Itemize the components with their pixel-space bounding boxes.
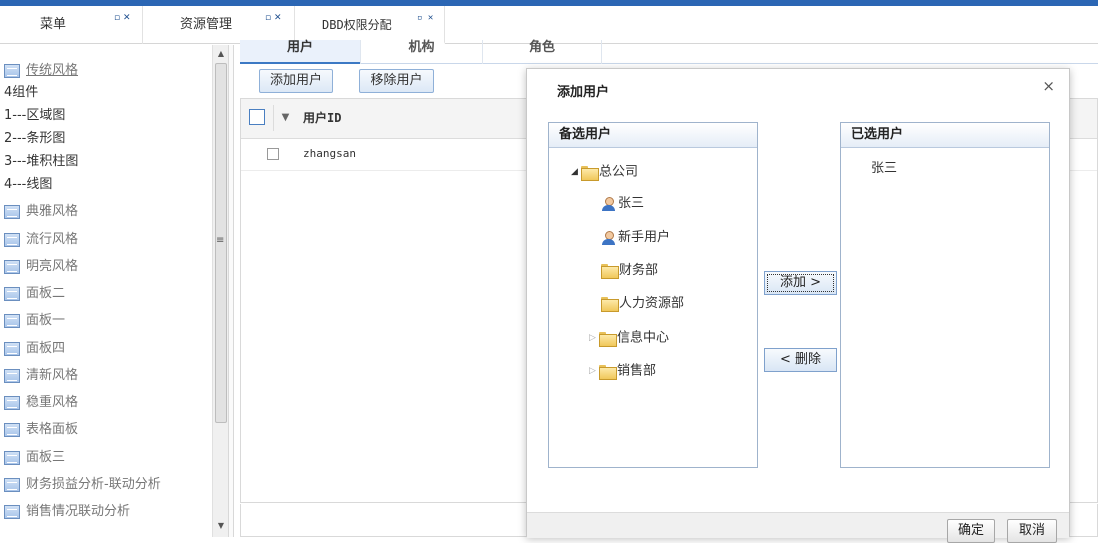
left-menu-panel: 传统风格 4组件 1---区域图 2---条形图 3---堆积柱图 4---线图… (0, 45, 212, 537)
menu-item[interactable]: 财务损益分析-联动分析 (4, 475, 161, 495)
subtab-users[interactable]: 用户 (240, 40, 360, 64)
panel-icon (4, 477, 20, 492)
close-icon[interactable]: × (1042, 77, 1055, 95)
tree-node-root[interactable]: ◢ 总公司 (571, 162, 638, 182)
tree-node-user[interactable]: 张三 (601, 194, 644, 214)
tree-node-folder[interactable]: ▷ 销售部 (589, 361, 656, 381)
menu-item[interactable]: 1---区域图 (4, 106, 65, 126)
available-users-title: 备选用户 (549, 123, 757, 148)
selected-users-title: 已选用户 (841, 123, 1049, 148)
subtab-bar: 用户 机构 角色 (240, 40, 1098, 64)
menu-item[interactable]: 4组件 (4, 83, 38, 103)
menu-item[interactable]: 2---条形图 (4, 129, 65, 149)
close-icon[interactable]: ✕ (428, 13, 433, 23)
tree-node-folder[interactable]: 人力资源部 (601, 294, 684, 314)
panel-icon (4, 422, 20, 437)
panel-icon (4, 368, 20, 383)
menu-item[interactable]: 流行风格 (4, 230, 78, 250)
panel-icon (4, 232, 20, 247)
add-selected-button[interactable]: 添加 > (764, 271, 837, 295)
tab-window-buttons[interactable]: ▫ ✕ (417, 12, 433, 24)
menu-item[interactable]: 典雅风格 (4, 202, 78, 222)
menu-item[interactable]: 清新风格 (4, 366, 78, 386)
expand-triangle-icon[interactable]: ◢ (571, 162, 581, 182)
remove-user-button[interactable]: 移除用户 (359, 69, 434, 93)
ok-button[interactable]: 确定 (947, 519, 995, 543)
tree-node-user[interactable]: 新手用户 (601, 228, 670, 248)
selected-users-box: 已选用户 张三 (840, 122, 1050, 468)
menu-item[interactable]: 面板二 (4, 284, 65, 304)
folder-icon (601, 264, 619, 279)
menu-scrollbar[interactable]: ▲ ≡ ▼ (212, 45, 228, 537)
menu-item[interactable]: 表格面板 (4, 420, 78, 440)
close-icon[interactable]: ✕ (274, 13, 282, 23)
menu-item[interactable]: 明亮风格 (4, 257, 78, 277)
tab-resource-management[interactable]: 资源管理 ▫ ✕ (143, 6, 295, 44)
tree-node-folder[interactable]: 财务部 (601, 261, 658, 281)
menu-item[interactable]: 4---线图 (4, 175, 52, 195)
scroll-down-icon[interactable]: ▼ (216, 521, 226, 531)
panel-icon (4, 504, 20, 519)
dialog-title: 添加用户 (557, 85, 610, 100)
available-users-box: 备选用户 ◢ 总公司 张三 新手用户 财务部 人力资源部 ▷ 信息中心 ▷ 销售部 (548, 122, 758, 468)
menu-item[interactable]: 稳重风格 (4, 393, 78, 413)
collapsed-triangle-icon[interactable]: ▷ (589, 328, 599, 348)
tab-label: 资源管理 (180, 17, 233, 32)
menu-item[interactable]: 面板三 (4, 448, 65, 468)
panel-icon (4, 63, 20, 78)
column-header-user-id[interactable]: 用户ID (303, 109, 341, 126)
tree-node-folder[interactable]: ▷ 信息中心 (589, 328, 669, 348)
grip-icon: ≡ (216, 235, 225, 246)
chevron-down-icon[interactable]: ▼ (273, 105, 297, 131)
row-checkbox[interactable] (267, 148, 279, 160)
remove-selected-button[interactable]: < 删除 (764, 348, 837, 372)
restore-icon[interactable]: ▫ (265, 13, 271, 23)
dialog-footer: 确定 取消 (527, 512, 1069, 543)
subtab-orgs[interactable]: 机构 (360, 40, 482, 64)
tab-dbd-permission[interactable]: DBD权限分配 ▫ ✕ (295, 6, 445, 44)
folder-icon (599, 364, 617, 380)
scroll-up-icon[interactable]: ▲ (216, 49, 226, 59)
menu-item[interactable]: 面板一 (4, 311, 65, 331)
panel-icon (4, 450, 20, 465)
panel-icon (4, 259, 20, 274)
panel-icon (4, 204, 20, 219)
add-user-button[interactable]: 添加用户 (259, 69, 333, 93)
user-icon (601, 196, 616, 211)
folder-icon (599, 331, 617, 347)
panel-icon (4, 395, 20, 410)
subtab-roles[interactable]: 角色 (482, 40, 602, 64)
menu-item[interactable]: 3---堆积柱图 (4, 152, 78, 172)
user-icon (601, 230, 616, 245)
restore-icon[interactable]: ▫ (114, 13, 120, 23)
folder-icon (581, 165, 599, 181)
user-id-cell: zhangsan (303, 147, 356, 160)
tab-window-buttons[interactable]: ▫ ✕ (114, 12, 131, 24)
menu-item[interactable]: 销售情况联动分析 (4, 502, 130, 522)
panel-icon (4, 313, 20, 328)
tab-label: DBD权限分配 (322, 18, 392, 32)
collapsed-triangle-icon[interactable]: ▷ (589, 361, 599, 381)
tab-strip: 菜单 ▫ ✕ 资源管理 ▫ ✕ DBD权限分配 ▫ ✕ (0, 6, 1098, 44)
menu-item[interactable]: 传统风格 (4, 61, 78, 81)
panel-icon (4, 341, 20, 356)
restore-icon[interactable]: ▫ (417, 13, 422, 23)
cancel-button[interactable]: 取消 (1007, 519, 1057, 543)
menu-item[interactable]: 面板四 (4, 339, 65, 359)
selected-user-item[interactable]: 张三 (871, 157, 897, 176)
panel-splitter[interactable] (228, 45, 234, 537)
tab-window-buttons[interactable]: ▫ ✕ (265, 12, 282, 24)
tab-label: 菜单 (40, 17, 67, 32)
tab-menu[interactable]: 菜单 ▫ ✕ (0, 6, 143, 44)
panel-icon (4, 286, 20, 301)
select-all-checkbox[interactable] (249, 109, 265, 125)
close-icon[interactable]: ✕ (123, 13, 131, 23)
add-user-dialog: 添加用户 × 备选用户 ◢ 总公司 张三 新手用户 财务部 人力资源部 ▷ 信息中心… (526, 68, 1070, 543)
folder-icon (601, 297, 619, 312)
